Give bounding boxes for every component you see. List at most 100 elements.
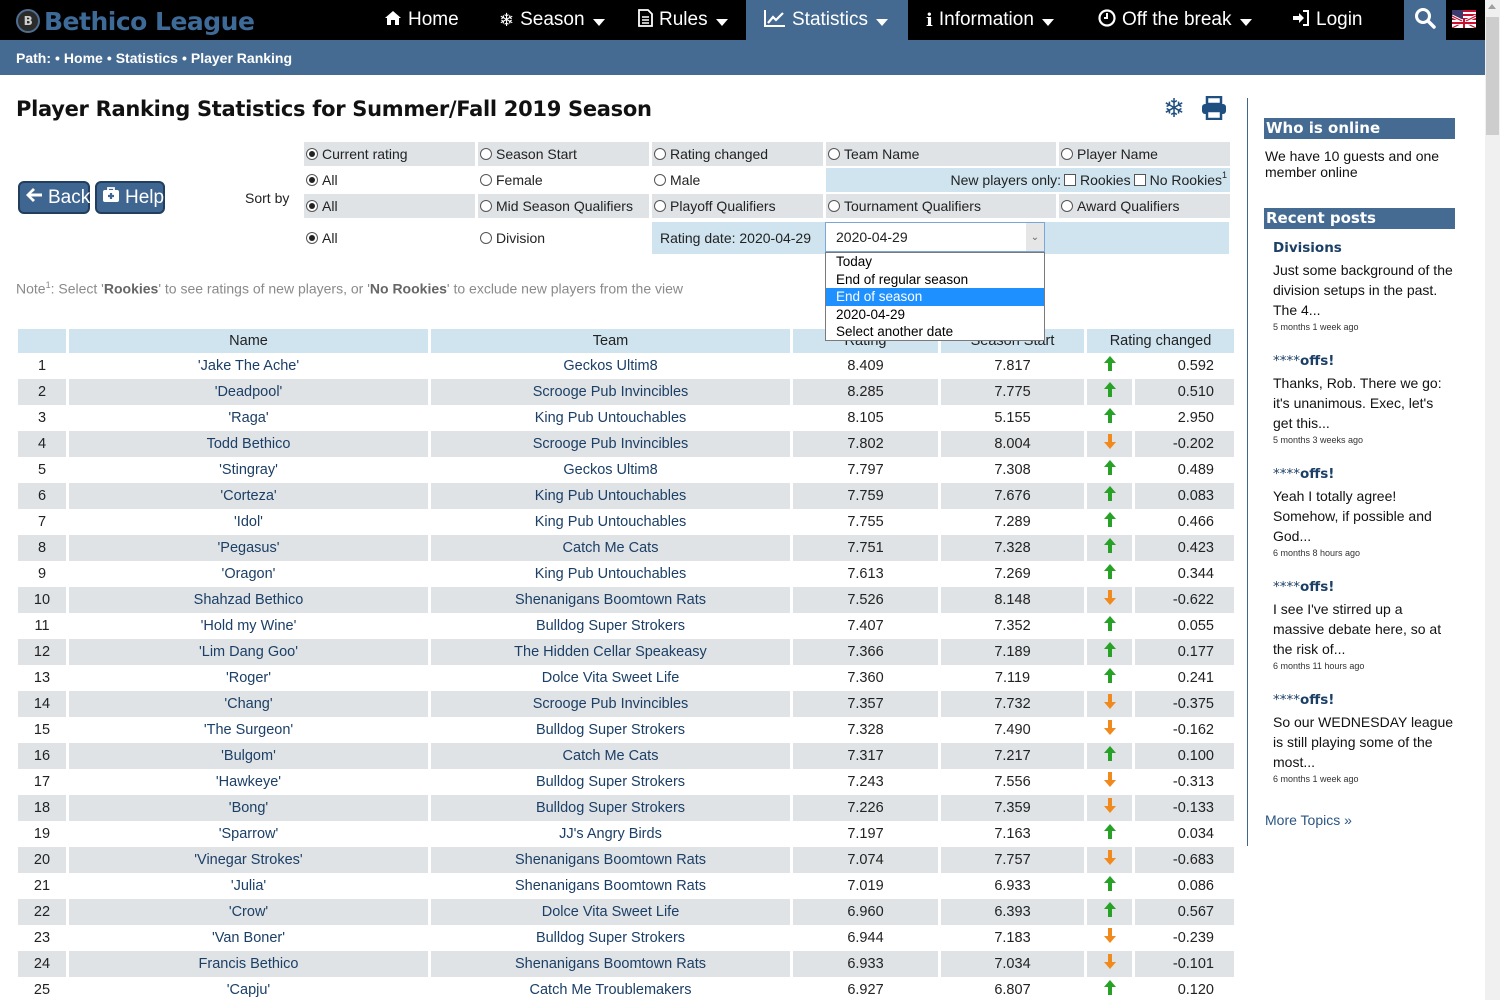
- radio-button[interactable]: [306, 174, 318, 186]
- sort-season-start[interactable]: Season Start: [478, 142, 649, 166]
- player-name-cell[interactable]: 'Pegasus': [69, 535, 428, 561]
- radio-button[interactable]: [654, 174, 666, 186]
- player-name-cell[interactable]: Todd Bethico: [69, 431, 428, 457]
- team-name-cell[interactable]: Scrooge Pub Invincibles: [431, 431, 790, 457]
- sort-current-rating[interactable]: Current rating: [304, 142, 475, 166]
- team-name-cell[interactable]: Dolce Vita Sweet Life: [431, 899, 790, 925]
- chevron-down-icon[interactable]: ⌄: [1026, 223, 1044, 251]
- rookies-checkbox[interactable]: [1064, 174, 1077, 186]
- qualifier-award[interactable]: Award Qualifiers: [1059, 194, 1230, 218]
- language-flag-icon[interactable]: [1451, 10, 1477, 30]
- snowflake-icon[interactable]: ❄: [1160, 93, 1188, 123]
- team-name-cell[interactable]: Shenanigans Boomtown Rats: [431, 951, 790, 977]
- player-name-cell[interactable]: 'Jake The Ache': [69, 353, 428, 379]
- radio-button[interactable]: [828, 148, 840, 160]
- player-name-cell[interactable]: 'Corteza': [69, 483, 428, 509]
- player-name-cell[interactable]: 'Stingray': [69, 457, 428, 483]
- no-rookies-checkbox[interactable]: [1133, 174, 1146, 186]
- team-name-cell[interactable]: JJ's Angry Birds: [431, 821, 790, 847]
- player-name-cell[interactable]: 'Bulgom': [69, 743, 428, 769]
- radio-button[interactable]: [480, 148, 492, 160]
- post-title[interactable]: ****offs!: [1273, 579, 1453, 595]
- col-name-header[interactable]: Name: [69, 329, 428, 353]
- player-name-cell[interactable]: Shahzad Bethico: [69, 587, 428, 613]
- team-name-cell[interactable]: Catch Me Cats: [431, 535, 790, 561]
- page-scrollbar[interactable]: [1485, 0, 1500, 1000]
- player-name-cell[interactable]: 'Van Boner': [69, 925, 428, 951]
- player-name-cell[interactable]: 'Chang': [69, 691, 428, 717]
- nav-login[interactable]: Login: [1274, 0, 1381, 40]
- team-name-cell[interactable]: Scrooge Pub Invincibles: [431, 379, 790, 405]
- back-button[interactable]: Back: [18, 181, 90, 214]
- player-name-cell[interactable]: 'Oragon': [69, 561, 428, 587]
- player-name-cell[interactable]: 'Vinegar Strokes': [69, 847, 428, 873]
- player-name-cell[interactable]: 'The Surgeon': [69, 717, 428, 743]
- col-team-header[interactable]: Team: [431, 329, 790, 353]
- radio-button[interactable]: [654, 148, 666, 160]
- player-name-cell[interactable]: 'Bong': [69, 795, 428, 821]
- nav-off-the-break[interactable]: Off the break: [1080, 0, 1270, 40]
- gender-male[interactable]: Male: [652, 168, 823, 192]
- sort-team-name[interactable]: Team Name: [826, 142, 1056, 166]
- team-name-cell[interactable]: The Hidden Cellar Speakeasy: [431, 639, 790, 665]
- nav-statistics[interactable]: Statistics: [746, 0, 908, 40]
- team-name-cell[interactable]: Scrooge Pub Invincibles: [431, 691, 790, 717]
- dropdown-option-today[interactable]: Today: [826, 253, 1044, 271]
- player-name-cell[interactable]: 'Hawkeye': [69, 769, 428, 795]
- player-name-cell[interactable]: 'Lim Dang Goo': [69, 639, 428, 665]
- team-name-cell[interactable]: Shenanigans Boomtown Rats: [431, 873, 790, 899]
- recent-post[interactable]: ****offs! Thanks, Rob. There we go: it's…: [1273, 353, 1453, 445]
- player-name-cell[interactable]: 'Julia': [69, 873, 428, 899]
- qualifier-all[interactable]: All: [304, 194, 475, 218]
- player-name-cell[interactable]: 'Sparrow': [69, 821, 428, 847]
- recent-post[interactable]: ****offs! So our WEDNESDAY league is sti…: [1273, 692, 1453, 784]
- col-rating-changed-header[interactable]: Rating changed: [1087, 329, 1234, 353]
- scrollbar-thumb[interactable]: [1486, 17, 1499, 135]
- post-title[interactable]: ****offs!: [1273, 353, 1453, 369]
- nav-rules[interactable]: Rules: [620, 0, 746, 40]
- post-title[interactable]: ****offs!: [1273, 692, 1453, 708]
- gender-all[interactable]: All: [304, 168, 475, 192]
- recent-post[interactable]: Divisions Just some background of the di…: [1273, 240, 1453, 332]
- nav-home[interactable]: Home: [366, 0, 477, 40]
- player-name-cell[interactable]: 'Raga': [69, 405, 428, 431]
- team-name-cell[interactable]: Shenanigans Boomtown Rats: [431, 847, 790, 873]
- team-name-cell[interactable]: King Pub Untouchables: [431, 509, 790, 535]
- team-name-cell[interactable]: Shenanigans Boomtown Rats: [431, 587, 790, 613]
- radio-button[interactable]: [306, 200, 318, 212]
- qualifier-mid-season[interactable]: Mid Season Qualifiers: [478, 194, 649, 218]
- player-name-cell[interactable]: 'Capju': [69, 977, 428, 1003]
- team-name-cell[interactable]: Bulldog Super Strokers: [431, 613, 790, 639]
- more-topics-link[interactable]: More Topics »: [1265, 812, 1352, 828]
- team-name-cell[interactable]: Catch Me Cats: [431, 743, 790, 769]
- radio-button[interactable]: [480, 232, 492, 244]
- radio-button[interactable]: [306, 232, 318, 244]
- radio-button[interactable]: [1061, 200, 1073, 212]
- dropdown-option-end-of-season[interactable]: End of season: [826, 288, 1044, 306]
- sort-player-name[interactable]: Player Name: [1059, 142, 1230, 166]
- team-name-cell[interactable]: Catch Me Troublemakers: [431, 977, 790, 1003]
- dropdown-option-select-another-date[interactable]: Select another date: [826, 323, 1044, 341]
- player-name-cell[interactable]: 'Hold my Wine': [69, 613, 428, 639]
- breadcrumb-home[interactable]: Home: [64, 50, 103, 66]
- player-name-cell[interactable]: 'Crow': [69, 899, 428, 925]
- search-button[interactable]: [1404, 0, 1446, 40]
- dropdown-option-end-of-regular-season[interactable]: End of regular season: [826, 271, 1044, 289]
- gender-female[interactable]: Female: [478, 168, 649, 192]
- player-name-cell[interactable]: 'Deadpool': [69, 379, 428, 405]
- team-name-cell[interactable]: Bulldog Super Strokers: [431, 925, 790, 951]
- team-name-cell[interactable]: Bulldog Super Strokers: [431, 717, 790, 743]
- recent-post[interactable]: ****offs! Yeah I totally agree! Somehow,…: [1273, 466, 1453, 558]
- player-name-cell[interactable]: 'Roger': [69, 665, 428, 691]
- qualifier-tournament[interactable]: Tournament Qualifiers: [826, 194, 1056, 218]
- help-button[interactable]: Help: [95, 181, 165, 214]
- player-name-cell[interactable]: Francis Bethico: [69, 951, 428, 977]
- team-name-cell[interactable]: King Pub Untouchables: [431, 561, 790, 587]
- post-title[interactable]: Divisions: [1273, 240, 1453, 256]
- radio-button[interactable]: [480, 174, 492, 186]
- team-name-cell[interactable]: Bulldog Super Strokers: [431, 795, 790, 821]
- team-name-cell[interactable]: King Pub Untouchables: [431, 483, 790, 509]
- team-name-cell[interactable]: Dolce Vita Sweet Life: [431, 665, 790, 691]
- nav-information[interactable]: i Information: [908, 0, 1072, 40]
- radio-button[interactable]: [828, 200, 840, 212]
